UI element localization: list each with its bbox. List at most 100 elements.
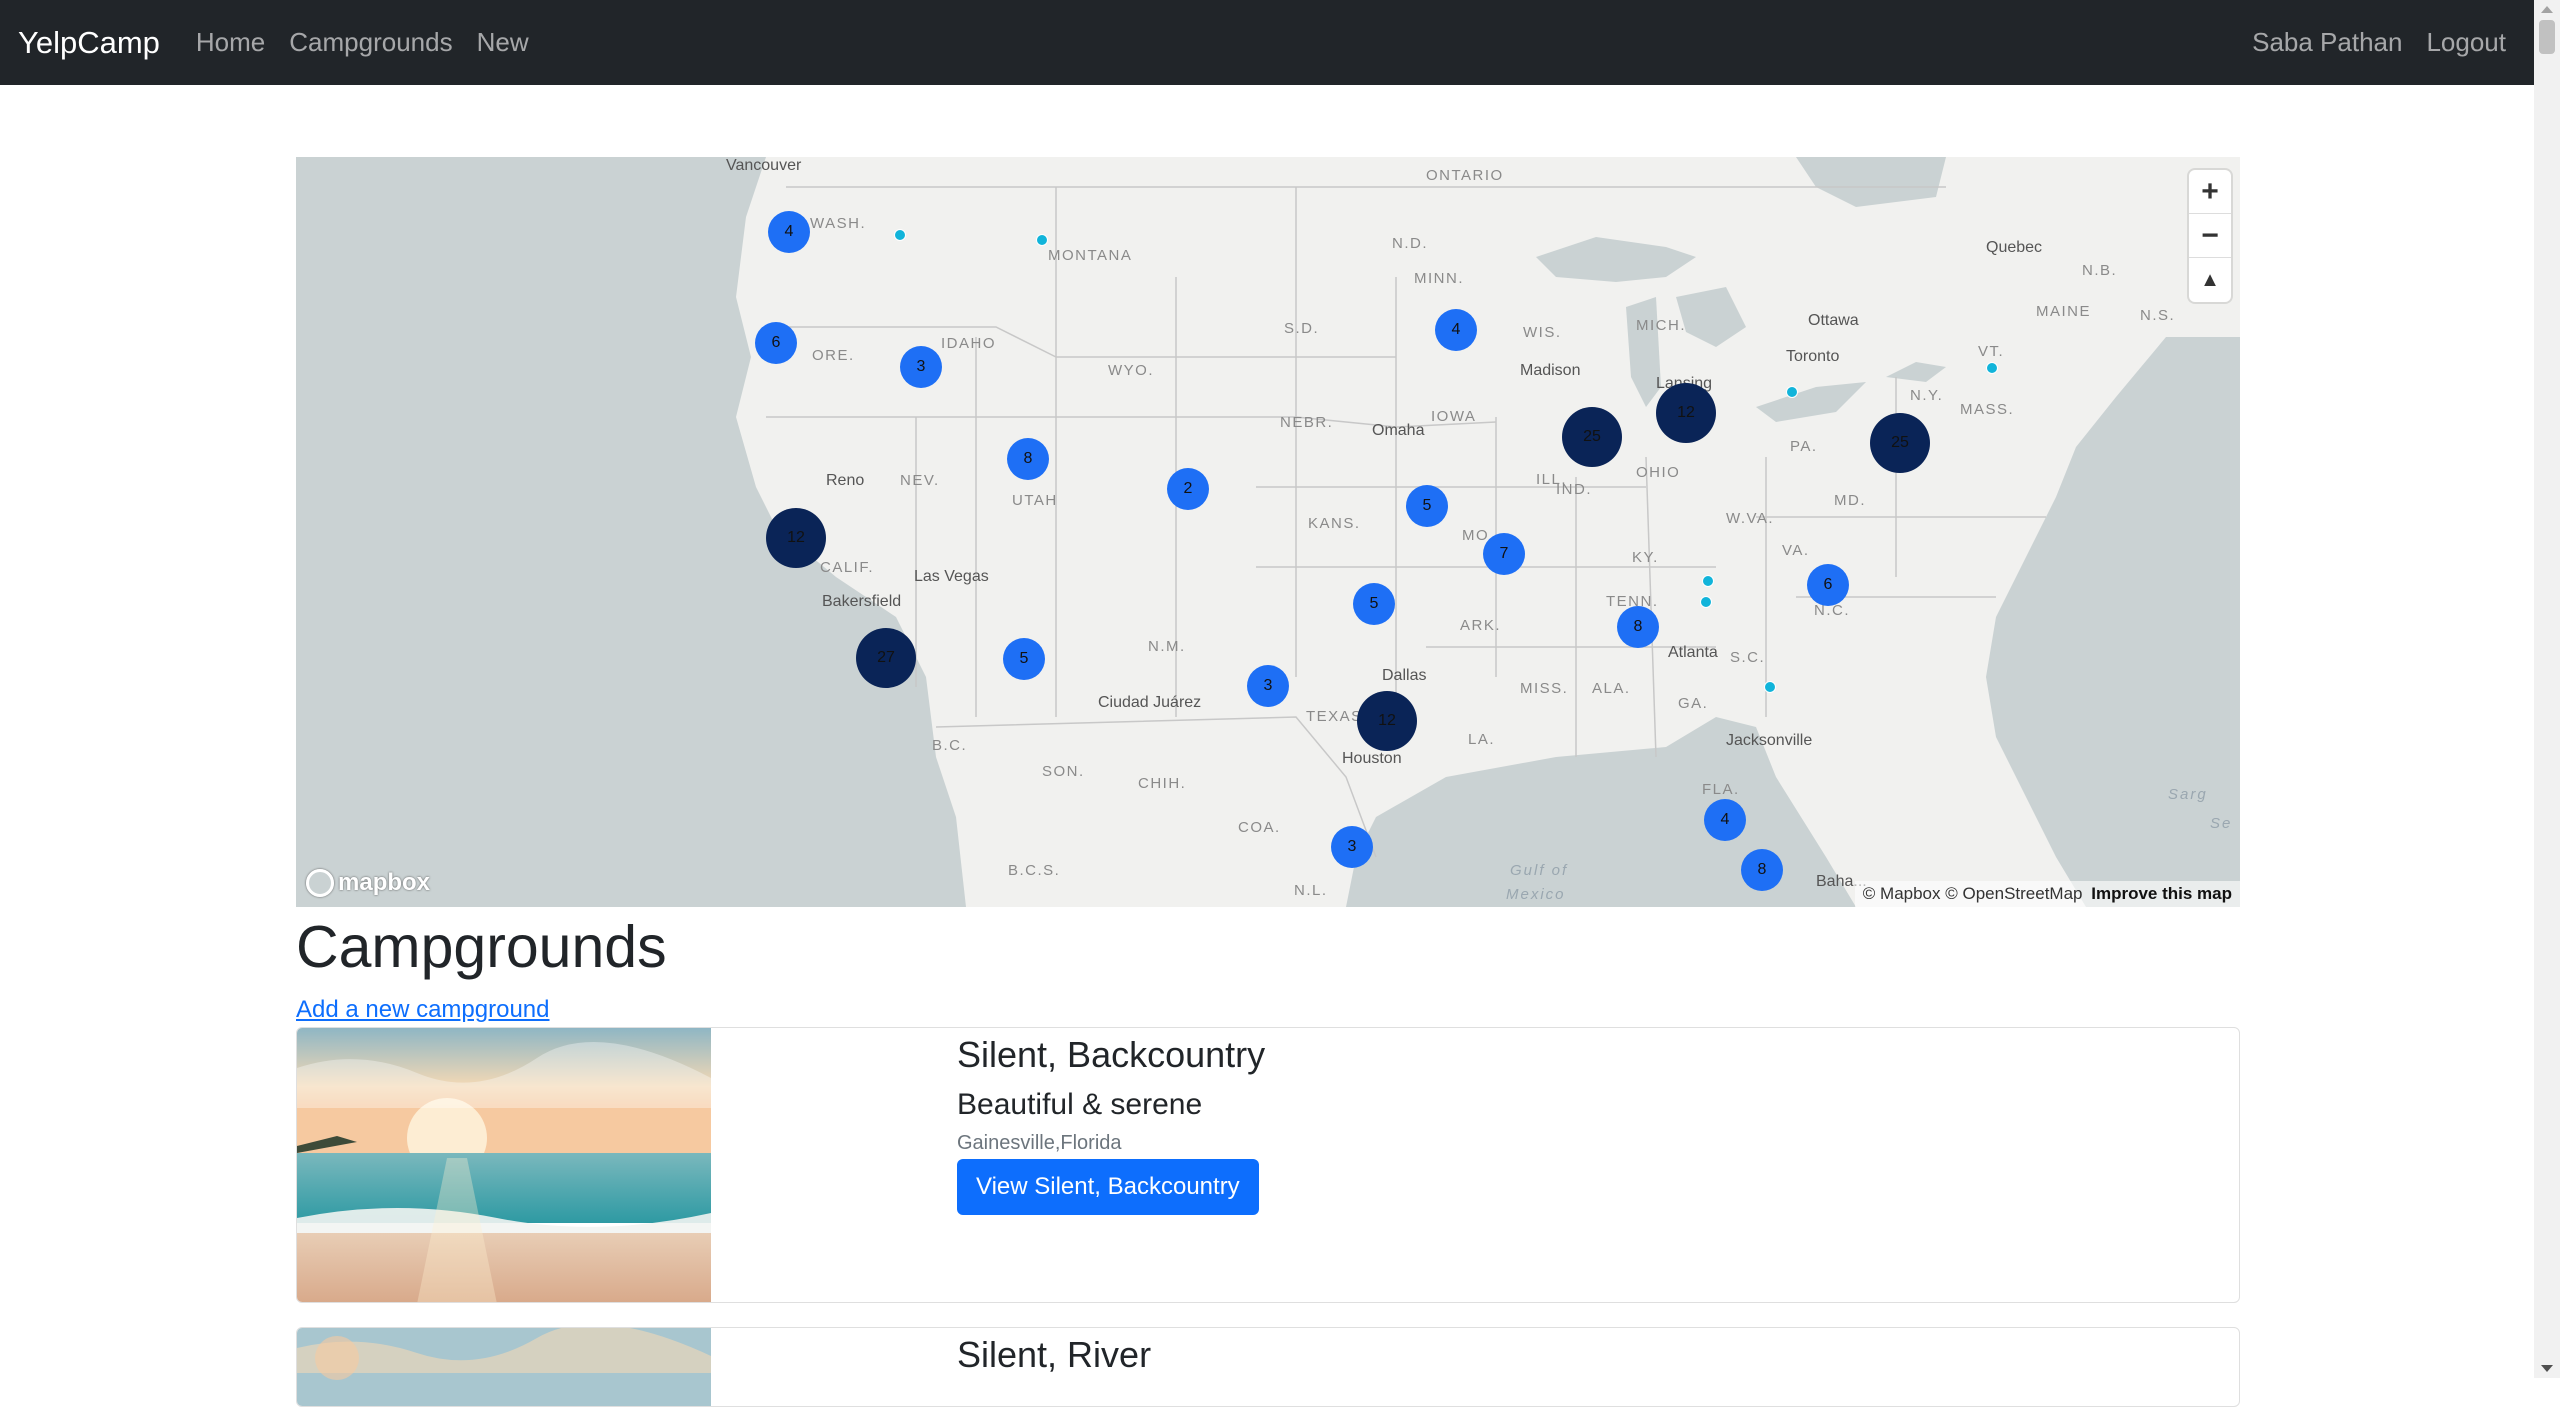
scrollbar-thumb[interactable]: [2539, 20, 2555, 54]
map-cluster-marker[interactable]: 8: [1741, 849, 1783, 891]
map-region-label: CALIF.: [820, 559, 875, 576]
map-region-label: VT.: [1978, 343, 2005, 360]
map-region-label: N.B.: [2082, 262, 2118, 279]
map-region-label: OHIO: [1636, 464, 1681, 481]
zoom-in-button[interactable]: +: [2189, 170, 2231, 214]
map-region-label: MICH.: [1636, 317, 1686, 334]
map-region-label: WASH.: [810, 215, 867, 232]
map-cluster-marker[interactable]: 25: [1870, 413, 1930, 473]
map-cluster-marker[interactable]: 12: [1357, 691, 1417, 751]
campground-location: Gainesville,Florida: [957, 1132, 1122, 1154]
logout-link[interactable]: Logout: [2426, 27, 2506, 58]
map-point-marker[interactable]: [894, 229, 906, 241]
map-cluster-marker[interactable]: 27: [856, 628, 916, 688]
nav-new-link[interactable]: New: [477, 27, 529, 58]
map-region-label: B.C.: [932, 737, 968, 754]
mapbox-logo[interactable]: mapbox: [306, 869, 430, 897]
campground-subtitle: Beautiful & serene: [957, 1088, 1203, 1121]
map-cluster-marker[interactable]: 4: [768, 211, 810, 253]
map-point-marker[interactable]: [1702, 575, 1714, 587]
map-point-marker[interactable]: [1700, 596, 1712, 608]
map-cluster-marker[interactable]: 5: [1003, 638, 1045, 680]
campground-title: Silent, Backcountry: [957, 1034, 1266, 1075]
map-cluster-marker[interactable]: 6: [755, 322, 797, 364]
zoom-out-button[interactable]: −: [2189, 214, 2231, 258]
map-region-label: MISS.: [1520, 680, 1569, 697]
map-region-label: KANS.: [1308, 515, 1361, 532]
campground-card-body: Silent, River: [957, 1328, 1151, 1376]
view-campground-button[interactable]: View Silent, Backcountry: [957, 1159, 1259, 1215]
campground-image: [297, 1328, 711, 1406]
map-cluster-marker[interactable]: 8: [1617, 606, 1659, 648]
map-city-label: Ciudad Juárez: [1098, 694, 1202, 711]
map-basemap: [296, 157, 2240, 907]
map-region-label: COA.: [1238, 819, 1281, 836]
scroll-down-arrow-icon[interactable]: [2541, 1365, 2553, 1372]
navbar: YelpCamp Home Campgrounds New Saba Patha…: [0, 0, 2534, 85]
map-point-marker[interactable]: [1036, 234, 1048, 246]
map-region-label: GA.: [1678, 695, 1709, 712]
map-cluster-marker[interactable]: 3: [1247, 665, 1289, 707]
map-city-label: Toronto: [1786, 348, 1840, 365]
map-region-label: S.C.: [1730, 649, 1766, 666]
map-cluster-marker[interactable]: 5: [1353, 583, 1395, 625]
map-region-label: MONTANA: [1048, 247, 1133, 264]
map-city-label: Bakersfield: [822, 593, 902, 610]
attribution-text[interactable]: © Mapbox © OpenStreetMap: [1863, 884, 2083, 903]
scroll-up-arrow-icon[interactable]: [2541, 6, 2553, 13]
map-region-label: S.D.: [1284, 320, 1320, 337]
map-cluster-marker[interactable]: 12: [1656, 383, 1716, 443]
user-name-link[interactable]: Saba Pathan: [2252, 27, 2402, 58]
map-region-label: UTAH: [1012, 492, 1058, 509]
map-cluster-marker[interactable]: 6: [1807, 564, 1849, 606]
map-region-label: ARK.: [1460, 617, 1502, 634]
improve-map-link[interactable]: Improve this map: [2091, 884, 2232, 903]
map-water-label: Se: [2210, 815, 2233, 832]
map-region-label: N.S.: [2140, 307, 2176, 324]
mapbox-logo-text: mapbox: [338, 869, 431, 896]
compass-reset-button[interactable]: ▲: [2189, 258, 2231, 302]
nav-campgrounds-link[interactable]: Campgrounds: [289, 27, 452, 58]
map-point-marker[interactable]: [1986, 362, 1998, 374]
campground-card: Silent, River: [296, 1327, 2240, 1407]
map-cluster-marker[interactable]: 2: [1167, 468, 1209, 510]
map-region-label: SON.: [1042, 763, 1085, 780]
brand-link[interactable]: YelpCamp: [18, 25, 160, 61]
map-region-label: TEXAS: [1306, 708, 1363, 725]
map-city-label: Las Vegas: [914, 568, 989, 585]
map-city-label: Ottawa: [1808, 312, 1859, 329]
navbar-right: Saba Pathan Logout: [2228, 27, 2516, 58]
map-cluster-marker[interactable]: 25: [1562, 407, 1622, 467]
nav-home-link[interactable]: Home: [196, 27, 265, 58]
map-city-label: Dallas: [1382, 667, 1427, 684]
map-cluster-marker[interactable]: 7: [1483, 533, 1525, 575]
map-region-label: WIS.: [1523, 324, 1562, 341]
map-region-label: W.VA.: [1726, 510, 1775, 527]
map-cluster-marker[interactable]: 5: [1406, 485, 1448, 527]
map-water-label: Gulf of: [1510, 862, 1569, 879]
map-point-marker[interactable]: [1764, 681, 1776, 693]
map-cluster-marker[interactable]: 4: [1435, 309, 1477, 351]
campground-title: Silent, River: [957, 1334, 1152, 1375]
map-attribution: © Mapbox © OpenStreetMap Improve this ma…: [1854, 881, 2240, 907]
map-region-label: IND.: [1556, 481, 1592, 498]
map-region-label: MINN.: [1414, 270, 1464, 287]
map-region-label: N.D.: [1392, 235, 1428, 252]
map-region-label: PA.: [1790, 438, 1818, 455]
map-cluster-marker[interactable]: 3: [900, 346, 942, 388]
map-city-label: Vancouver: [726, 157, 802, 174]
cluster-map[interactable]: ONTARIO WASH. MONTANA N.D. MINN. N.B. N.S. MAIN…: [296, 157, 2240, 907]
map-cluster-marker[interactable]: 12: [766, 508, 826, 568]
map-region-label: ORE.: [812, 347, 855, 364]
map-cluster-marker[interactable]: 8: [1007, 438, 1049, 480]
map-water-label: Sarg: [2168, 786, 2208, 803]
map-city-label: Madison: [1520, 362, 1581, 379]
add-campground-link[interactable]: Add a new campground: [296, 996, 550, 1024]
map-city-label: Jacksonville: [1726, 732, 1813, 749]
map-point-marker[interactable]: [1786, 386, 1798, 398]
map-cluster-marker[interactable]: 4: [1704, 799, 1746, 841]
map-region-label: ONTARIO: [1426, 167, 1504, 184]
map-region-label: MASS.: [1960, 401, 2015, 418]
map-cluster-marker[interactable]: 3: [1331, 826, 1373, 868]
vertical-scrollbar[interactable]: [2534, 0, 2560, 1378]
